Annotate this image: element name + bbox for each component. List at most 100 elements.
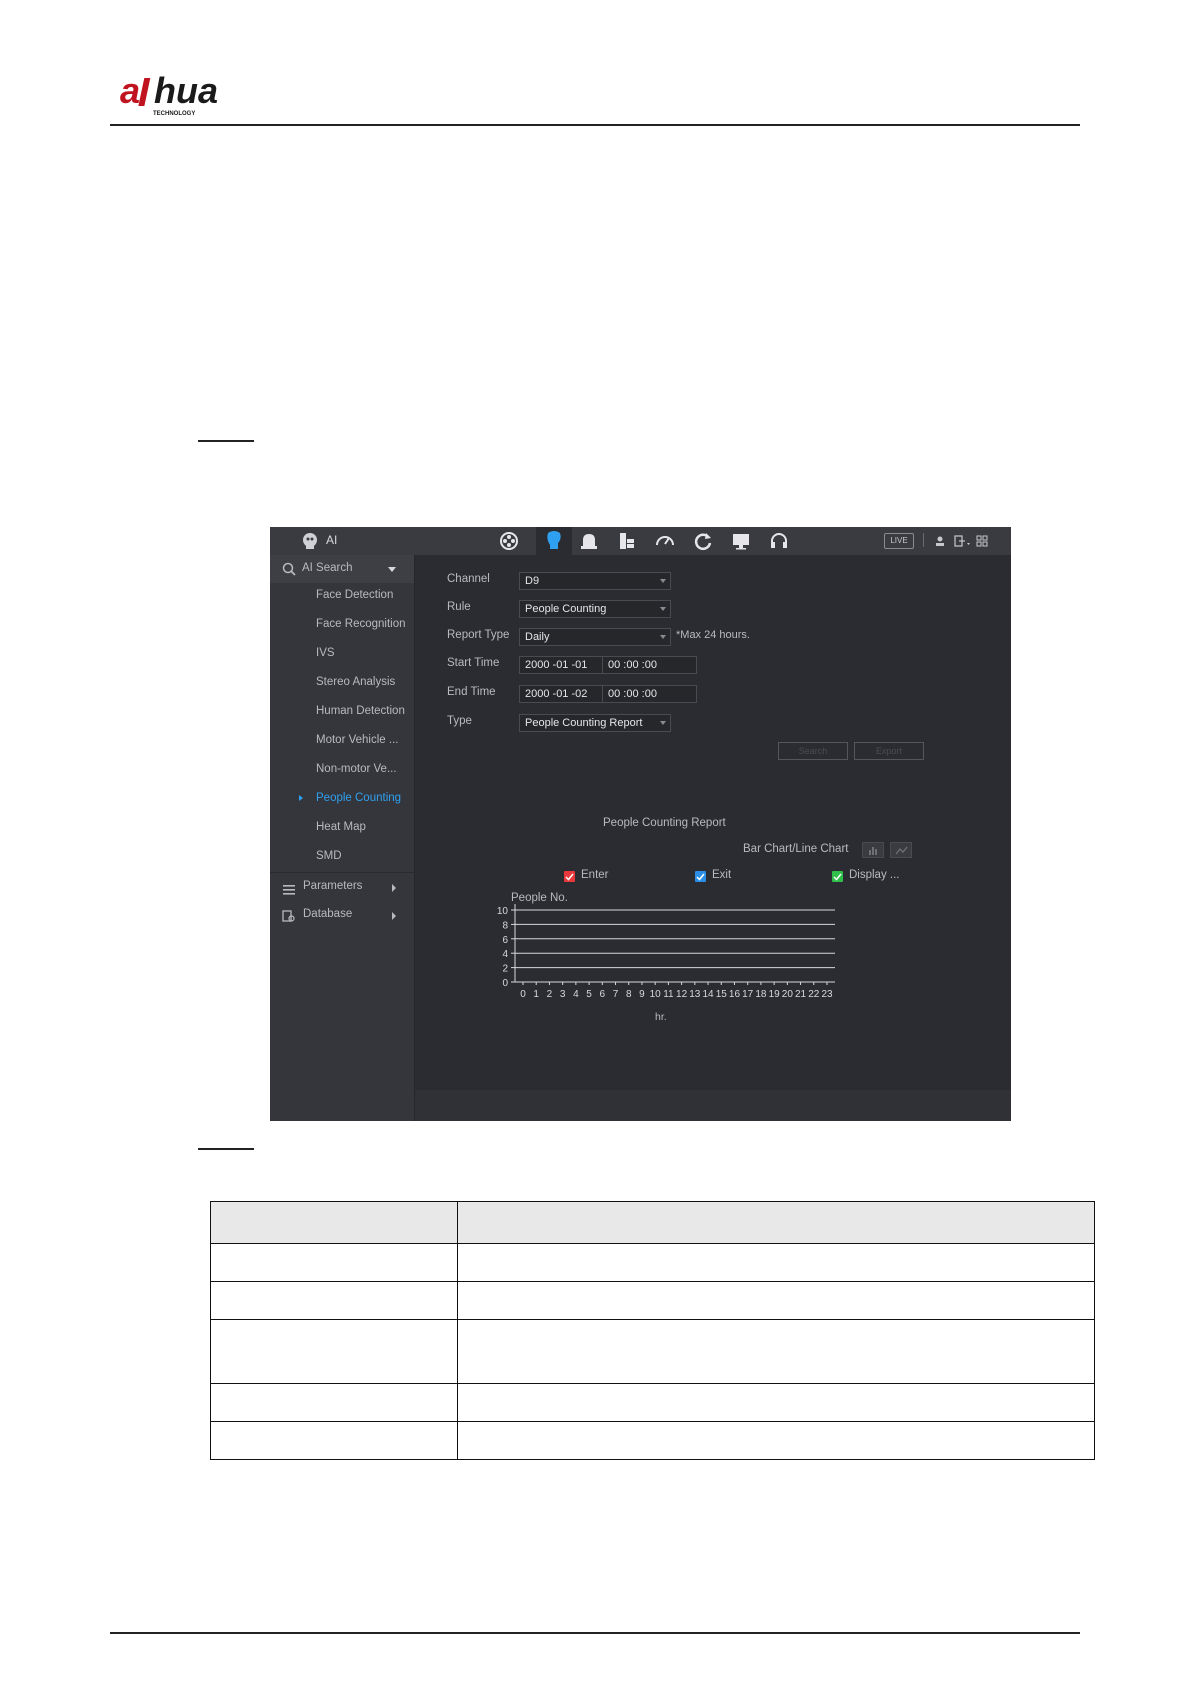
x-tick-label: 10 [650, 989, 662, 1000]
sidebar-item-non-motor-vehicle[interactable]: Non-motor Ve... [316, 763, 397, 775]
user-icon[interactable] [934, 534, 946, 546]
x-tick-label: 3 [560, 989, 566, 1000]
x-tick-label: 2 [547, 989, 553, 1000]
channel-label: Channel [447, 573, 490, 585]
rule-select[interactable]: People Counting [519, 600, 671, 618]
live-button[interactable]: LIVE [884, 533, 914, 549]
svg-text:hua: hua [154, 70, 218, 111]
table-cell [210, 1383, 458, 1422]
line-chart-button[interactable] [890, 842, 912, 858]
sidebar-header-label: AI Search [302, 562, 353, 574]
refresh-icon[interactable] [692, 530, 714, 552]
chart-toggle-label: Bar Chart/Line Chart [743, 843, 849, 855]
sidebar-item-database[interactable]: Database [270, 901, 414, 929]
x-tick-label: 4 [573, 989, 579, 1000]
sidebar-item-ivs[interactable]: IVS [316, 647, 335, 659]
y-tick-label: 0 [502, 978, 508, 989]
table-row [210, 1319, 1095, 1384]
start-time-input[interactable]: 2000 -01 -01 00 :00 :00 [519, 656, 697, 674]
x-tick-label: 6 [600, 989, 606, 1000]
legend-exit-label: Exit [712, 869, 732, 881]
ai-brain-icon [300, 531, 320, 551]
alarm-bell-icon[interactable] [578, 530, 600, 552]
sidebar-item-parameters[interactable]: Parameters [270, 873, 414, 901]
headset-icon[interactable] [768, 530, 790, 552]
export-button[interactable]: Export [854, 742, 924, 760]
step-underline [198, 440, 254, 442]
report-type-value: Daily [525, 631, 550, 643]
x-tick-label: 16 [729, 989, 741, 1000]
x-tick-label: 19 [769, 989, 781, 1000]
display-checkbox[interactable] [832, 871, 843, 882]
dropdown-caret-icon [660, 579, 666, 583]
x-tick-label: 23 [821, 989, 833, 1000]
dahua-logo: a hua TECHNOLOGY [120, 70, 260, 120]
storage-icon[interactable] [616, 530, 638, 552]
monitor-icon[interactable] [730, 530, 752, 552]
y-tick-label: 8 [502, 920, 508, 931]
toolbar-divider [923, 533, 924, 547]
bar-chart-button[interactable] [862, 842, 884, 858]
active-item-marker-icon [299, 795, 303, 801]
field-divider [602, 686, 603, 702]
sidebar: AI Search Face Detection Face Recognitio… [270, 555, 415, 1121]
x-tick-label: 1 [533, 989, 539, 1000]
x-tick-label: 8 [626, 989, 632, 1000]
table-cell [457, 1421, 1095, 1460]
x-tick-label: 13 [689, 989, 701, 1000]
film-reel-icon[interactable] [498, 530, 520, 552]
chevron-right-icon [392, 912, 396, 920]
parameter-table [210, 1201, 1095, 1460]
x-tick-label: 18 [755, 989, 767, 1000]
x-tick-label: 9 [639, 989, 645, 1000]
sidebar-item-human-detection[interactable]: Human Detection [316, 705, 405, 717]
logout-icon[interactable] [954, 534, 972, 547]
field-divider [602, 657, 603, 673]
end-time-input[interactable]: 2000 -01 -02 00 :00 :00 [519, 685, 697, 703]
start-time-label: Start Time [447, 657, 500, 669]
step-underline [198, 1148, 254, 1150]
report-type-label: Report Type [447, 629, 510, 641]
start-date-value: 2000 -01 -01 [525, 659, 588, 671]
header-rule [110, 124, 1080, 126]
speed-gauge-icon[interactable] [654, 530, 676, 552]
legend-enter-label: Enter [581, 869, 609, 881]
type-label: Type [447, 715, 472, 727]
sidebar-item-heat-map[interactable]: Heat Map [316, 821, 366, 833]
app-title: AI [326, 533, 338, 547]
y-tick-label: 4 [502, 949, 508, 960]
panel-footer [415, 1090, 1011, 1121]
rule-label: Rule [447, 601, 471, 613]
sidebar-item-people-counting[interactable]: People Counting [316, 792, 401, 804]
ai-head-icon[interactable] [536, 527, 572, 555]
sidebar-item-face-recognition[interactable]: Face Recognition [316, 618, 406, 630]
list-icon [283, 882, 295, 895]
rule-value: People Counting [525, 603, 607, 615]
sidebar-item-stereo-analysis[interactable]: Stereo Analysis [316, 676, 395, 688]
exit-checkbox[interactable] [695, 871, 706, 882]
main-panel: Channel D9 Rule People Counting Report T… [415, 555, 1011, 1121]
table-cell [210, 1201, 458, 1244]
table-cell [210, 1243, 458, 1282]
table-header-row [210, 1201, 1095, 1244]
search-button[interactable]: Search [778, 742, 848, 760]
type-select[interactable]: People Counting Report [519, 714, 671, 732]
sidebar-item-face-detection[interactable]: Face Detection [316, 589, 393, 601]
chevron-down-icon [388, 567, 396, 572]
table-row [210, 1243, 1095, 1282]
chevron-right-icon [392, 884, 396, 892]
sidebar-item-smd[interactable]: SMD [316, 850, 342, 862]
sidebar-header-ai-search[interactable]: AI Search [270, 555, 414, 583]
x-tick-label: 22 [808, 989, 820, 1000]
sidebar-item-motor-vehicle[interactable]: Motor Vehicle ... [316, 734, 398, 746]
table-row [210, 1383, 1095, 1422]
channel-select[interactable]: D9 [519, 572, 671, 590]
chart-ylabel: People No. [511, 892, 568, 904]
enter-checkbox[interactable] [564, 871, 575, 882]
ai-search-icon [282, 562, 296, 576]
grid-icon[interactable] [976, 534, 988, 547]
legend-display-label: Display ... [849, 869, 900, 881]
start-clock-value: 00 :00 :00 [608, 659, 657, 671]
report-type-select[interactable]: Daily [519, 628, 671, 646]
x-tick-label: 17 [742, 989, 754, 1000]
